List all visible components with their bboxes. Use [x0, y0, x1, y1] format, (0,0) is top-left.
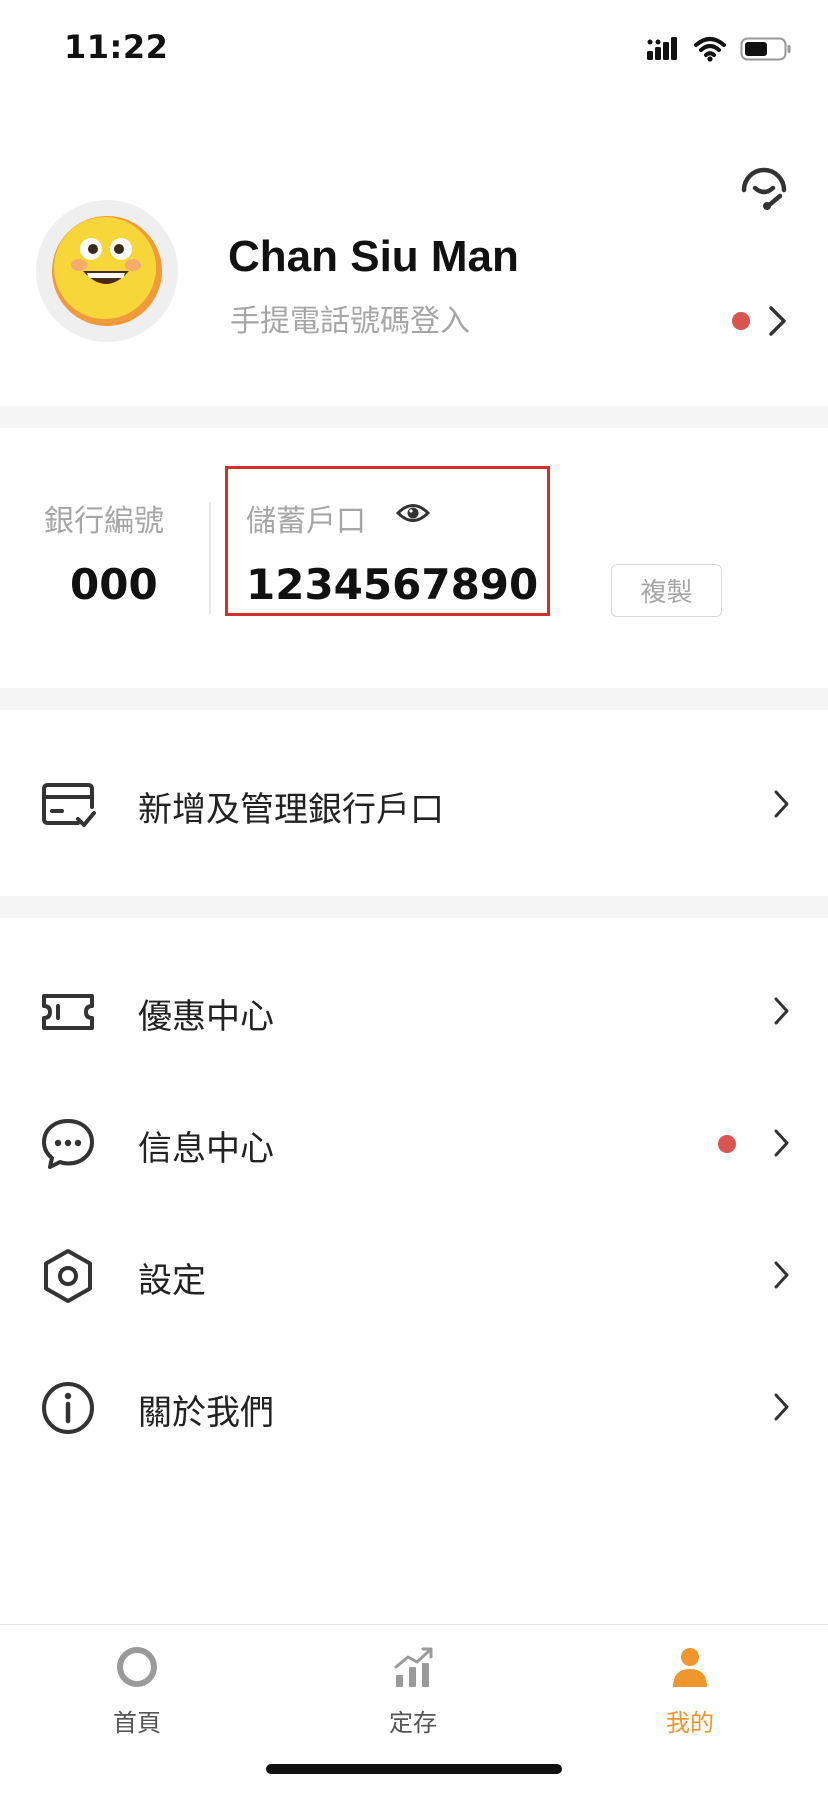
section-divider: [0, 406, 828, 428]
chart-icon: [394, 1647, 433, 1687]
chevron-right-icon: [774, 1129, 789, 1157]
signal-icon: [647, 37, 677, 60]
person-icon: [673, 1648, 707, 1687]
eye-icon[interactable]: [396, 498, 430, 528]
user-name: Chan Siu Man: [228, 232, 519, 281]
status-icons: [646, 34, 792, 64]
menu-label: 優惠中心: [138, 997, 274, 1037]
bank-code-value: 000: [70, 560, 158, 609]
menu-label: 新增及管理銀行戶口: [138, 790, 444, 830]
settings-hexagon-icon: [44, 1249, 92, 1303]
chevron-right-icon[interactable]: [766, 304, 790, 338]
menu-item-about[interactable]: 關於我們: [0, 1353, 828, 1463]
battery-icon: [740, 37, 791, 61]
menu-label: 信息中心: [138, 1129, 274, 1169]
chevron-right-icon: [774, 1261, 789, 1289]
savings-account-label: 儲蓄戶口: [246, 504, 366, 539]
tab-me[interactable]: 我的: [620, 1625, 760, 1745]
customer-service-icon[interactable]: [736, 158, 792, 214]
chevron-right-icon: [774, 1393, 789, 1421]
tab-label: 定存: [389, 1709, 437, 1737]
bank-code-label: 銀行編號: [44, 504, 164, 539]
coupon-icon: [42, 994, 94, 1030]
menu-item-messages[interactable]: 信息中心: [0, 1089, 828, 1199]
status-time: 11:22: [64, 28, 169, 66]
avatar[interactable]: [36, 200, 178, 342]
notification-dot: [718, 1135, 736, 1153]
account-number: 1234567890: [246, 560, 539, 609]
tab-label: 首頁: [113, 1709, 161, 1737]
chevron-right-icon: [774, 790, 789, 818]
tab-label: 我的: [666, 1709, 714, 1737]
menu-item-offers[interactable]: 優惠中心: [0, 957, 828, 1067]
section-divider: [0, 688, 828, 710]
wifi-icon: [694, 37, 726, 62]
copy-button[interactable]: 複製: [611, 564, 722, 617]
menu-label: 關於我們: [138, 1393, 274, 1433]
tab-fixed-deposit[interactable]: 定存: [343, 1625, 483, 1745]
bank-card-check-icon: [42, 783, 96, 827]
menu-label: 設定: [138, 1261, 206, 1301]
section-divider: [0, 896, 828, 918]
login-method-text: 手提電話號碼登入: [230, 304, 470, 339]
notification-dot: [732, 312, 750, 330]
info-icon: [42, 1382, 94, 1434]
menu-item-settings[interactable]: 設定: [0, 1221, 828, 1331]
home-ring-icon: [117, 1647, 157, 1687]
chat-bubble-icon: [42, 1119, 94, 1169]
smiley-face-icon: [52, 216, 162, 326]
vertical-divider: [209, 502, 211, 614]
menu-item-manage-accounts[interactable]: 新增及管理銀行戶口: [0, 750, 828, 860]
home-indicator: [266, 1764, 562, 1774]
chevron-right-icon: [774, 997, 789, 1025]
tab-home[interactable]: 首頁: [67, 1625, 207, 1745]
